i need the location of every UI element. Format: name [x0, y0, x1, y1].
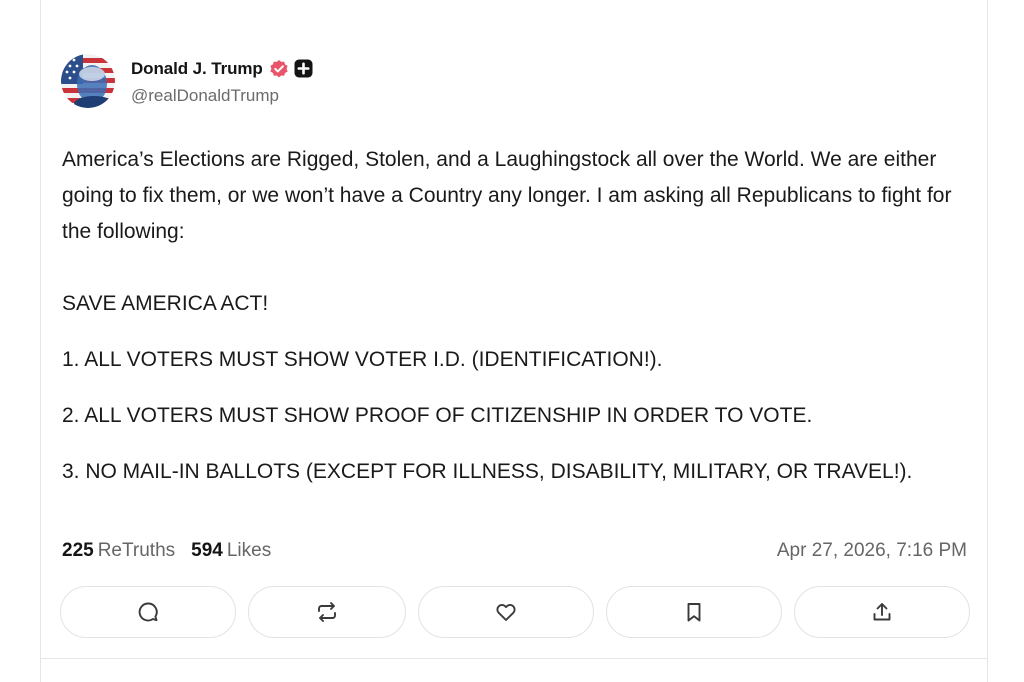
retruths-count: 225	[62, 540, 94, 561]
share-icon	[873, 603, 891, 621]
author-display-name[interactable]: Donald J. Trump	[131, 59, 263, 79]
post-timestamp[interactable]: Apr 27, 2026, 7:16 PM	[777, 540, 967, 562]
list-item: 3. NO MAIL-IN BALLOTS (EXCEPT FOR ILLNES…	[62, 460, 913, 483]
likes-count: 594	[191, 540, 223, 561]
verified-badge-icon	[269, 59, 289, 79]
comment-icon	[138, 602, 158, 622]
bookmark-icon	[687, 603, 701, 622]
avatar[interactable]	[61, 54, 115, 108]
post-actions	[60, 586, 970, 638]
likes-label: Likes	[226, 540, 272, 561]
retruths-stat[interactable]: 225 ReTruths	[62, 540, 175, 562]
list-item: 1. ALL VOTERS MUST SHOW VOTER I.D. (IDEN…	[62, 348, 663, 371]
heart-icon	[496, 604, 516, 621]
retruths-label: ReTruths	[97, 540, 176, 561]
list-item: 2. ALL VOTERS MUST SHOW PROOF OF CITIZEN…	[62, 404, 813, 427]
author-info: Donald J. Trump @realDonaldTrump	[131, 57, 313, 106]
post-stats: 225 ReTruths 594 Likes Apr 27, 2026, 7:1…	[62, 538, 967, 564]
post-act-title: SAVE AMERICA ACT!	[62, 292, 269, 315]
post-divider	[41, 658, 987, 659]
reply-button[interactable]	[60, 586, 236, 638]
share-button[interactable]	[794, 586, 970, 638]
retruth-button[interactable]	[248, 586, 406, 638]
page: Donald J. Trump @realDonaldTrump America…	[0, 0, 1024, 682]
post-card: Donald J. Trump @realDonaldTrump America…	[40, 0, 988, 682]
author-name-row: Donald J. Trump	[131, 57, 313, 81]
like-button[interactable]	[418, 586, 594, 638]
repost-icon	[318, 602, 336, 622]
bookmark-button[interactable]	[606, 586, 782, 638]
plus-badge-icon	[294, 59, 313, 78]
post-intro-text: America’s Elections are Rigged, Stolen, …	[62, 148, 952, 243]
post-header: Donald J. Trump @realDonaldTrump	[61, 52, 313, 110]
author-handle[interactable]: @realDonaldTrump	[131, 86, 313, 106]
post-body: America’s Elections are Rigged, Stolen, …	[62, 142, 972, 490]
likes-stat[interactable]: 594 Likes	[191, 540, 271, 562]
avatar-image	[61, 54, 115, 108]
